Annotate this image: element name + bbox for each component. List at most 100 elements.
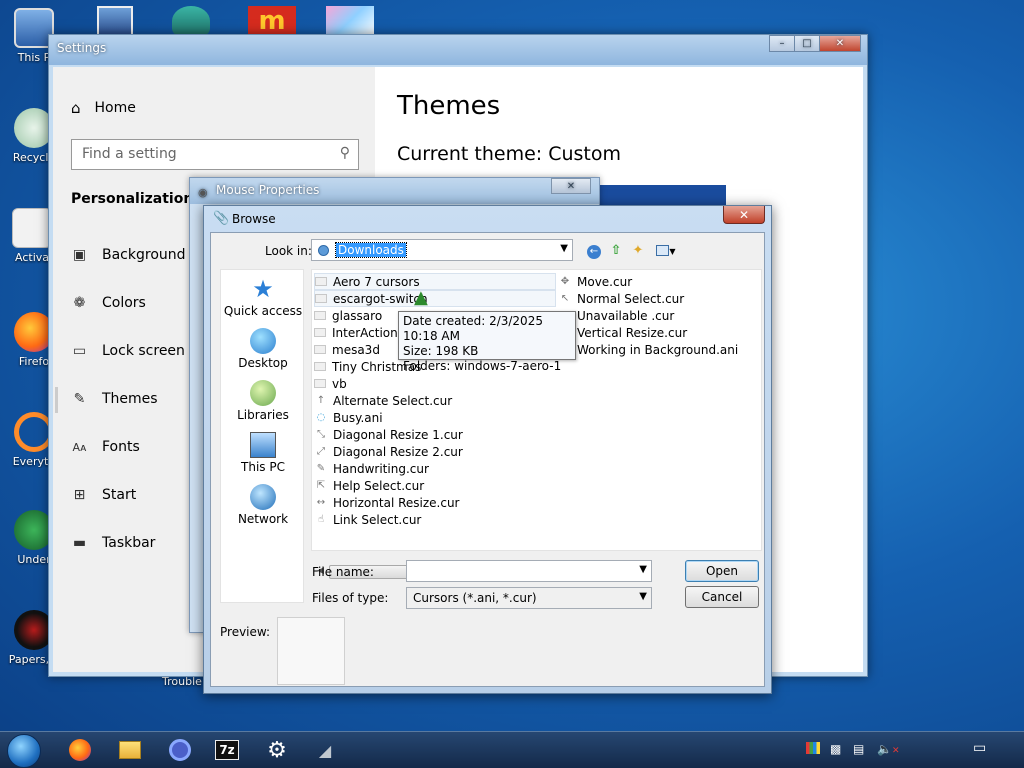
list-item[interactable]: ↔ Horizontal Resize.cur (314, 494, 460, 511)
place-this-pc[interactable]: This PC (221, 432, 305, 474)
taskbar-icon: ▬ (72, 535, 87, 551)
place-desktop[interactable]: Desktop (221, 328, 305, 370)
cursor-icon: ↑ (316, 395, 326, 406)
list-item[interactable]: ⇱ Help Select.cur (314, 477, 424, 494)
cursor-icon: ⤢ (317, 446, 325, 457)
close-button[interactable]: ✕ (551, 178, 591, 194)
place-network[interactable]: Network (221, 484, 305, 526)
7zip-taskbar-icon[interactable]: 7z (214, 737, 240, 763)
list-item[interactable]: ✥ Move.cur (558, 273, 632, 290)
list-item[interactable]: ✎ Handwriting.cur (314, 460, 429, 477)
firefox-taskbar-icon[interactable] (67, 737, 93, 763)
taskbar: 7z ⚙ ◢ ▩ ▤ 🔈✕ ▭ (0, 731, 1024, 768)
look-in-value: Downloads (335, 242, 407, 258)
list-item[interactable]: ↖ Normal Select.cur (558, 290, 684, 307)
sidebar-item-background[interactable]: ▣ Background (71, 247, 186, 263)
browse-titlebar[interactable]: 📎 Browse ✕ (204, 206, 771, 232)
nav-home[interactable]: ⌂ Home (71, 99, 136, 117)
palette-icon: ❁ (73, 295, 86, 311)
mouse-taskbar-icon[interactable]: ◢ (312, 737, 338, 763)
computer-icon (250, 432, 276, 458)
sidebar-item-label: Taskbar (102, 535, 156, 551)
busy-cursor-icon: ◌ (316, 412, 326, 423)
file-name-label: File name: (312, 565, 374, 579)
flag-icon[interactable] (806, 742, 820, 757)
open-button[interactable]: Open (685, 560, 759, 582)
sidebar-item-themes[interactable]: ✎ Themes (55, 387, 158, 413)
list-item-label: Diagonal Resize 1.cur (333, 427, 463, 442)
home-icon: ⌂ (71, 99, 81, 117)
network-tray-icon[interactable]: ▤ (853, 742, 864, 756)
files-of-type-label: Files of type: (312, 591, 389, 605)
place-label: Network (237, 512, 289, 526)
app-icon (169, 739, 191, 761)
sidebar-item-colors[interactable]: ❁ Colors (71, 295, 146, 311)
gear-icon: ⚙ (267, 737, 287, 763)
list-item[interactable]: ↑ Alternate Select.cur (314, 392, 452, 409)
file-name-input[interactable]: ▼ (406, 560, 652, 582)
sidebar-item-fonts[interactable]: Aᴀ Fonts (71, 439, 140, 455)
files-of-type-dropdown[interactable]: Cursors (*.ani, *.cur) ▼ (406, 587, 652, 609)
chevron-down-icon[interactable]: ▼ (639, 564, 647, 575)
sidebar-item-label: Colors (102, 295, 146, 311)
list-item[interactable]: Vertical Resize.cur (558, 324, 687, 341)
list-item[interactable]: ☝ Link Select.cur (314, 511, 421, 528)
libraries-icon (250, 380, 276, 406)
sidebar-item-start[interactable]: ⊞ Start (71, 487, 137, 503)
current-theme-label: Current theme: Custom (397, 143, 622, 165)
up-folder-icon[interactable]: ⇧ (607, 242, 625, 260)
list-item[interactable]: glassaro (314, 307, 382, 324)
app-taskbar-icon[interactable] (167, 737, 193, 763)
maximize-button[interactable]: □ (794, 35, 820, 52)
view-menu-icon[interactable]: ▼ (653, 242, 679, 260)
mouse-properties-titlebar[interactable]: ◉ Mouse Properties ✕ (190, 178, 599, 204)
file-tooltip: Date created: 2/3/2025 10:18 AM Size: 19… (398, 311, 576, 373)
sidebar-item-taskbar[interactable]: ▬ Taskbar (71, 535, 156, 551)
desktop-top-icon[interactable] (172, 6, 210, 36)
settings-search-input[interactable]: Find a setting ⚲ (71, 139, 359, 170)
cancel-button[interactable]: Cancel (685, 586, 759, 608)
files-of-type-value: Cursors (*.ani, *.cur) (413, 591, 537, 605)
place-quick-access[interactable]: ★ Quick access (221, 276, 305, 318)
chevron-down-icon: ▼ (639, 591, 647, 602)
fonts-icon: Aᴀ (72, 440, 87, 454)
list-item[interactable]: vb (314, 375, 347, 392)
settings-titlebar[interactable]: Settings – □ ✕ (49, 35, 867, 65)
close-button[interactable]: ✕ (723, 206, 765, 224)
list-item[interactable]: escargot-switch (314, 290, 556, 307)
folder-icon (315, 277, 327, 286)
place-label: Libraries (237, 408, 289, 422)
sidebar-item-label: Fonts (102, 439, 140, 455)
list-item-label: Help Select.cur (333, 478, 425, 493)
desktop-top-icon[interactable] (97, 6, 133, 36)
list-item[interactable]: ⤢ Diagonal Resize 2.cur (314, 443, 463, 460)
list-item[interactable]: InterAction S (314, 324, 409, 341)
search-icon: ⚲ (339, 145, 350, 161)
file-explorer-taskbar-icon[interactable] (117, 737, 143, 763)
list-item[interactable]: ◌ Busy.ani (314, 409, 383, 426)
folder-icon (315, 294, 327, 303)
place-libraries[interactable]: Libraries (221, 380, 305, 422)
cursor-icon: ⇱ (316, 480, 326, 491)
settings-taskbar-icon[interactable]: ⚙ (264, 737, 290, 763)
list-item[interactable]: mesa3d (314, 341, 380, 358)
security-icon[interactable]: ▩ (830, 742, 841, 756)
close-button[interactable]: ✕ (819, 35, 861, 52)
look-in-dropdown[interactable]: Downloads ▼ (311, 239, 573, 261)
list-item[interactable]: ⤡ Diagonal Resize 1.cur (314, 426, 463, 443)
start-button[interactable] (7, 734, 41, 768)
list-item[interactable]: Working in Background.ani (558, 341, 738, 358)
list-item-label: Aero 7 cursors (333, 274, 420, 289)
back-icon[interactable]: ← (585, 242, 603, 260)
notifications-icon[interactable]: ▭ (973, 740, 986, 756)
list-item-label: Move.cur (577, 274, 633, 289)
sidebar-item-lock-screen[interactable]: ▭ Lock screen (71, 343, 185, 359)
minimize-button[interactable]: – (769, 35, 795, 52)
new-folder-icon[interactable]: ✦ (629, 242, 647, 260)
window-title: Mouse Properties (216, 183, 320, 197)
volume-muted-icon[interactable]: 🔈✕ (877, 742, 900, 756)
list-item[interactable]: Aero 7 cursors (314, 273, 556, 290)
desktop-top-icon[interactable] (326, 6, 374, 36)
desktop-top-icon[interactable]: m (248, 6, 296, 36)
nav-section-title: Personalization (71, 191, 194, 207)
